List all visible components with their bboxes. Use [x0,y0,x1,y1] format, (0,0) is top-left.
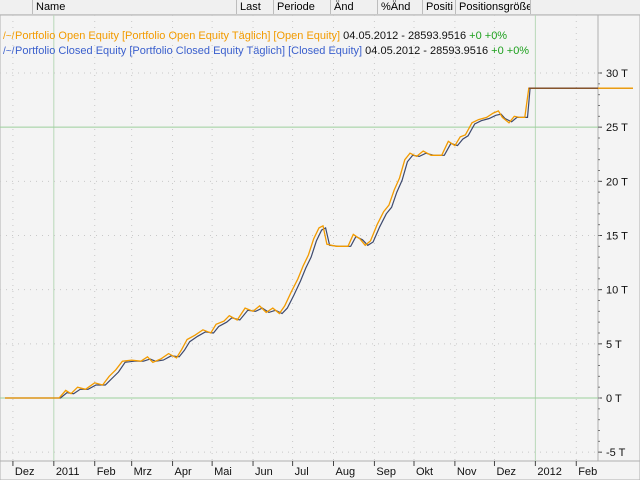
column-header-last[interactable]: Last [236,0,273,14]
column-header-bar: Name Last Periode Änd %Änd Positi Positi… [0,0,640,15]
column-header-position[interactable]: Positi [422,0,455,14]
legend-open-equity-change: +0 +0% [469,30,508,42]
x-tick-label: 2011 [56,466,80,478]
equity-chart: 30 T 25 T 20 T 15 T 10 T 5 T 0 T -5 T Dez 2011 Feb… [0,15,640,480]
line-series-icon: /~/ [3,46,15,57]
legend-closed-equity-name: Portfolio Closed Equity [Portfolio Close… [15,45,363,57]
legend-open-equity-name: Portfolio Open Equity [Portfolio Open Eq… [15,30,341,42]
legend-closed-equity-change: +0 +0% [491,45,530,57]
column-header-aend[interactable]: Änd [330,0,377,14]
column-header-empty [530,0,640,14]
y-tick-label: -5 T [606,447,626,459]
x-tick-label: Apr [175,466,192,478]
legend-open-equity[interactable]: /~/Portfolio Open Equity [Portfolio Open… [3,29,529,44]
y-tick-label: 0 T [606,393,622,405]
x-tick-label: Mrz [134,466,152,478]
column-header-name[interactable]: Name [32,0,236,14]
y-tick-label: 20 T [606,176,628,188]
x-tick-label: Feb [578,466,597,478]
line-series-icon: /~/ [3,31,15,42]
y-tick-label: 30 T [606,68,628,80]
y-tick-label: 15 T [606,231,628,243]
x-tick-label: Dez [15,466,35,478]
x-tick-label: Aug [336,466,356,478]
y-tick-label: 10 T [606,285,628,297]
x-tick-label: Jun [255,466,273,478]
column-header-blank[interactable] [0,0,32,14]
x-tick-label: Jul [295,466,309,478]
column-header-pct-aend[interactable]: %Änd [377,0,422,14]
x-tick-label: Sep [376,466,396,478]
x-tick-label: Dez [496,466,516,478]
legend-closed-equity[interactable]: /~/Portfolio Closed Equity [Portfolio Cl… [3,44,529,59]
column-header-positionsgroesse[interactable]: Positionsgröße [455,0,530,14]
x-tick-label: Nov [457,466,477,478]
x-tick-label: Feb [97,466,116,478]
chart-legend: /~/Portfolio Open Equity [Portfolio Open… [3,29,529,59]
x-tick-label: Mai [214,466,232,478]
x-tick-label: Okt [416,466,433,478]
y-tick-label: 5 T [606,339,622,351]
x-tick-label: 2012 [537,466,561,478]
legend-closed-equity-value: 04.05.2012 - 28593.9516 [365,45,489,57]
plot-area [0,15,599,462]
y-tick-label: 25 T [606,122,628,134]
legend-open-equity-value: 04.05.2012 - 28593.9516 [343,30,467,42]
column-header-periode[interactable]: Periode [273,0,330,14]
